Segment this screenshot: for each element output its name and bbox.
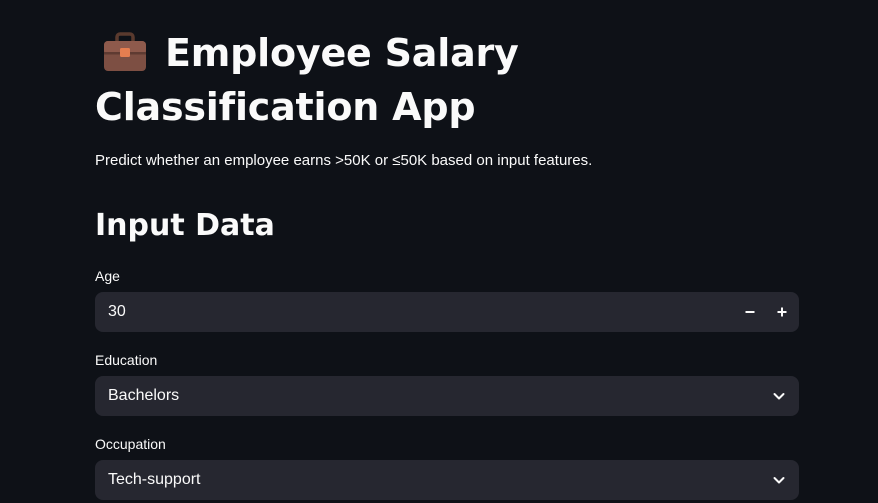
occupation-value: Tech-support — [108, 471, 201, 488]
occupation-select[interactable]: Tech-support — [95, 460, 799, 500]
increment-button[interactable] — [766, 292, 798, 332]
briefcase-icon — [103, 26, 147, 72]
page-title-text: Employee Salary Classification App — [95, 31, 519, 129]
age-value[interactable]: 30 — [108, 292, 126, 332]
decrement-button[interactable] — [734, 292, 766, 332]
age-label: Age — [95, 268, 120, 284]
chevron-down-icon — [773, 477, 785, 484]
occupation-label: Occupation — [95, 436, 166, 452]
education-label: Education — [95, 352, 158, 368]
age-number-input[interactable]: 30 — [95, 292, 799, 332]
page-title: Employee Salary Classification App — [95, 26, 799, 134]
chevron-down-icon — [773, 393, 785, 400]
minus-icon — [745, 311, 755, 313]
education-value: Bachelors — [108, 387, 180, 404]
section-title: Input Data — [95, 208, 275, 243]
page-subtitle: Predict whether an employee earns >50K o… — [95, 152, 593, 169]
plus-icon — [777, 307, 787, 317]
education-select[interactable]: Bachelors — [95, 376, 799, 416]
